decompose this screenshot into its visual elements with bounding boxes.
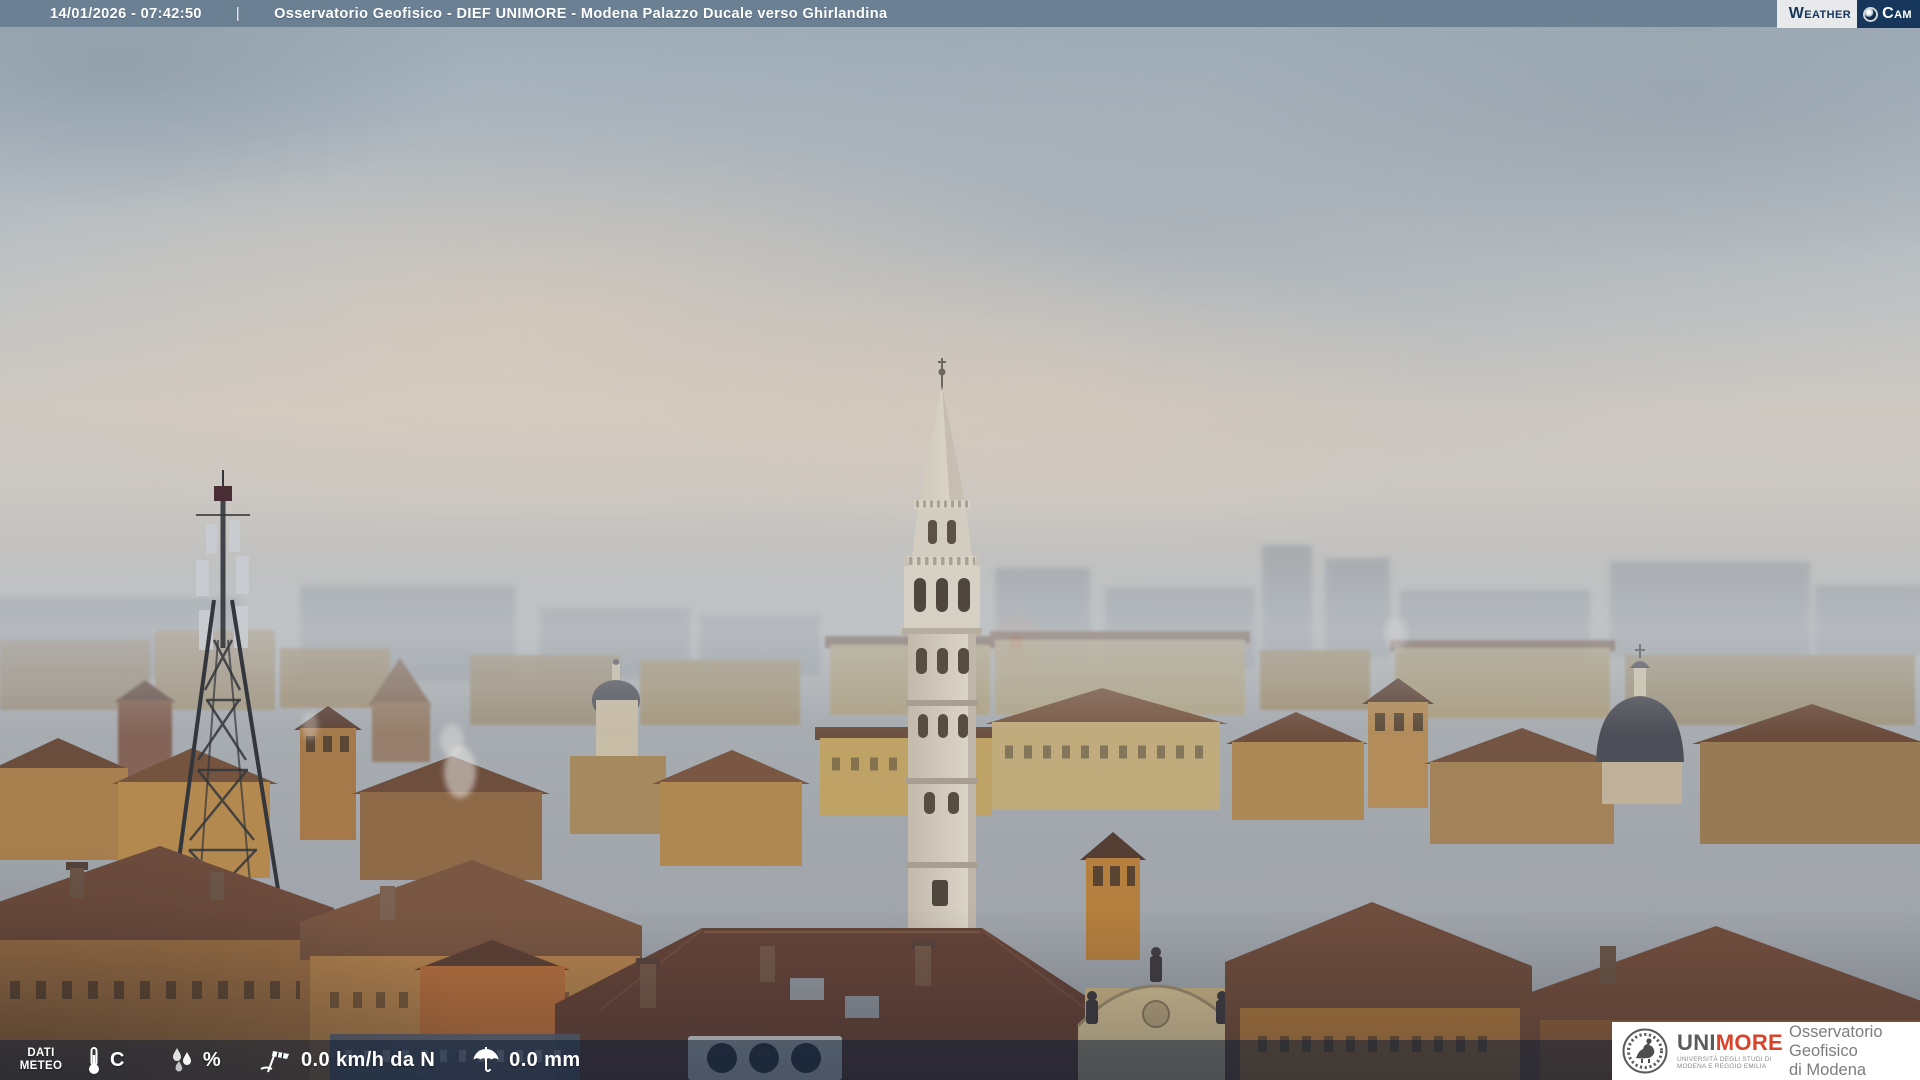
unimore-tagline-line1: UNIVERSITÀ DEGLI STUDI DI (1677, 1055, 1772, 1063)
unimore-brand-prefix: UNI (1677, 1029, 1716, 1055)
meteo-label-line1: DATI (27, 1047, 55, 1059)
humidity-drops-icon (172, 1048, 191, 1072)
humidity-readout: % (169, 1046, 221, 1074)
weathercam-right-panel: CAM (1857, 0, 1920, 28)
temperature-readout: C (86, 1045, 125, 1075)
rain-readout: 0.0 mm (471, 1045, 580, 1075)
observatory-name: Osservatorio Geofisico di Modena (1789, 1023, 1920, 1080)
timestamp: 14/01/2026 - 07:42:50 (50, 5, 202, 22)
wind-icon (260, 1051, 290, 1073)
meteo-bar-label: DATI METEO (18, 1047, 64, 1073)
wind-value: 0.0 km/h da N (301, 1048, 436, 1071)
weathercam-cam-label: CAM (1882, 5, 1912, 22)
thermometer-icon (89, 1047, 99, 1074)
unimore-tagline-line2: MODENA E REGGIO EMILIA (1677, 1063, 1767, 1070)
meteo-label-line2: METEO (19, 1060, 63, 1072)
camera-lens-dot-icon (1863, 6, 1879, 22)
rain-value: 0.0 mm (509, 1048, 581, 1071)
weathercam-left-panel: WEATHER (1776, 0, 1858, 28)
unimore-seal-icon (1622, 1028, 1668, 1074)
unimore-badge: UNIMORE UNIVERSITÀ DEGLI STUDI DI MODENA… (1612, 1022, 1920, 1080)
unimore-wordmark: UNIMORE (1677, 1029, 1783, 1055)
separator: | (235, 5, 241, 22)
modena-cityscape (0, 358, 1920, 1080)
temperature-value: C (110, 1048, 125, 1071)
observatory-name-line2: di Modena (1789, 1060, 1867, 1079)
webcam-frame: 14/01/2026 - 07:42:50 | Osservatorio Geo… (0, 0, 1920, 1080)
observatory-name-line1: Osservatorio Geofisico (1789, 1022, 1883, 1060)
top-info-bar: 14/01/2026 - 07:42:50 | Osservatorio Geo… (0, 0, 1920, 27)
umbrella-icon (473, 1047, 499, 1072)
webcam-title: Osservatorio Geofisico - DIEF UNIMORE - … (274, 5, 888, 22)
unimore-tagline: UNIVERSITÀ DEGLI STUDI DI MODENA E REGGI… (1677, 1056, 1779, 1071)
unimore-brand-block: UNIMORE UNIVERSITÀ DEGLI STUDI DI MODENA… (1677, 1029, 1783, 1071)
unimore-brand-suffix: MORE (1715, 1029, 1783, 1055)
humidity-value: % (202, 1048, 222, 1071)
wind-readout: 0.0 km/h da N (259, 1045, 435, 1075)
weathercam-logo: WEATHER CAM (1776, 0, 1920, 28)
weathercam-weather-label: WEATHER (1788, 5, 1852, 22)
